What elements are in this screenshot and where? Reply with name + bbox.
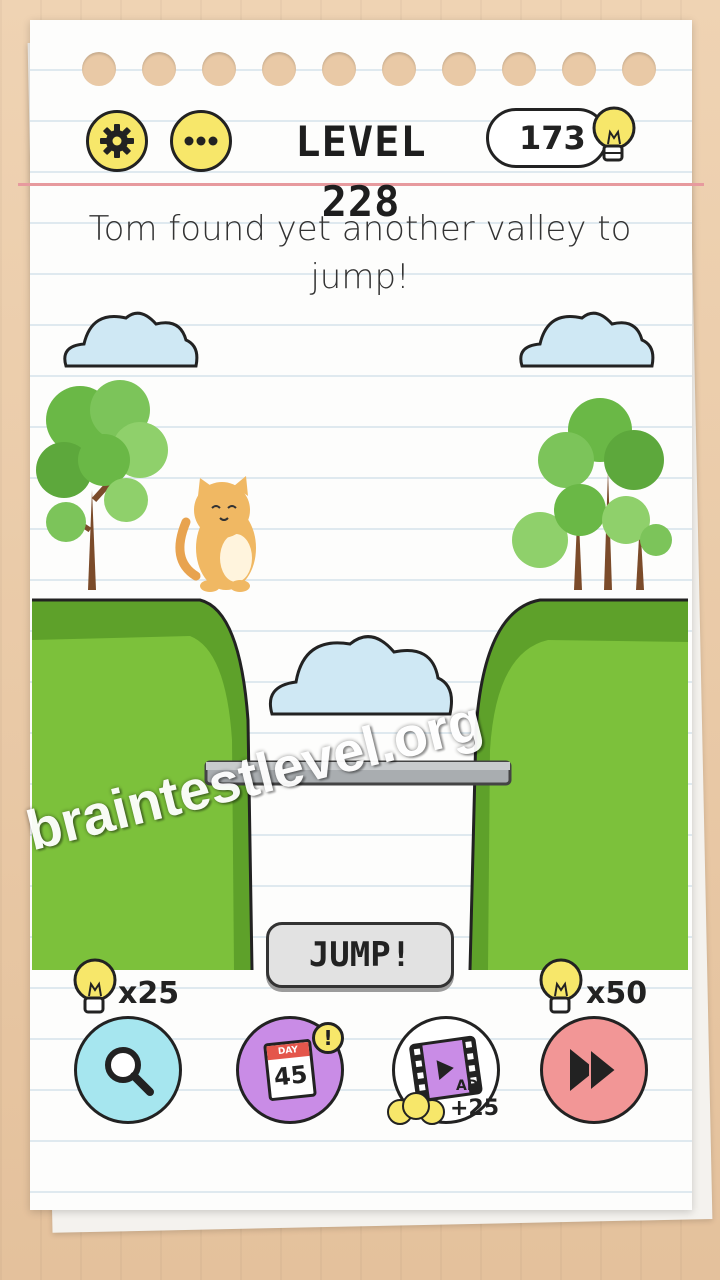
menu-button[interactable] (170, 110, 232, 172)
hint-count: 173 (519, 119, 586, 157)
jump-button[interactable]: JUMP! (266, 922, 454, 988)
level-title: LEVEL 228 (295, 117, 427, 226)
spiral-hole (142, 52, 176, 86)
spiral-hole (502, 52, 536, 86)
calendar-icon: DAY 45 (263, 1038, 317, 1102)
lightbulb-cluster-icon (387, 1092, 445, 1125)
tree-left (36, 380, 168, 590)
calendar-day-number: 45 (272, 1060, 309, 1092)
skip-level-button[interactable] (540, 1016, 648, 1124)
ad-label: AD (456, 1078, 479, 1094)
spiral-hole (262, 52, 296, 86)
skip-cost: x50 (586, 976, 648, 1011)
spiral-hole (322, 52, 356, 86)
game-scene (32, 311, 688, 971)
spiral-hole (82, 52, 116, 86)
spiral-hole (622, 52, 656, 86)
lightbulb-icon (592, 106, 636, 162)
lightbulb-icon (539, 958, 583, 1014)
tree-right (512, 398, 672, 590)
cloud-right (519, 311, 655, 368)
level-question: Tom found yet another valley to jump! (88, 209, 632, 297)
fast-forward-icon (570, 1046, 618, 1094)
settings-button[interactable] (86, 110, 148, 172)
cloud-left (63, 311, 199, 368)
spiral-hole (442, 52, 476, 86)
ad-reward: +25 (450, 1096, 500, 1121)
lightbulb-icon (73, 958, 117, 1014)
more-icon (184, 136, 218, 146)
hint-button[interactable] (74, 1016, 182, 1124)
spiral-hole (562, 52, 596, 86)
gear-icon (100, 124, 134, 158)
spiral-hole (202, 52, 236, 86)
cat-tom (175, 476, 256, 592)
magnifier-icon (105, 1047, 154, 1096)
daily-alert-badge: ! (312, 1022, 344, 1054)
hint-cost: x25 (118, 976, 180, 1011)
spiral-hole (382, 52, 416, 86)
